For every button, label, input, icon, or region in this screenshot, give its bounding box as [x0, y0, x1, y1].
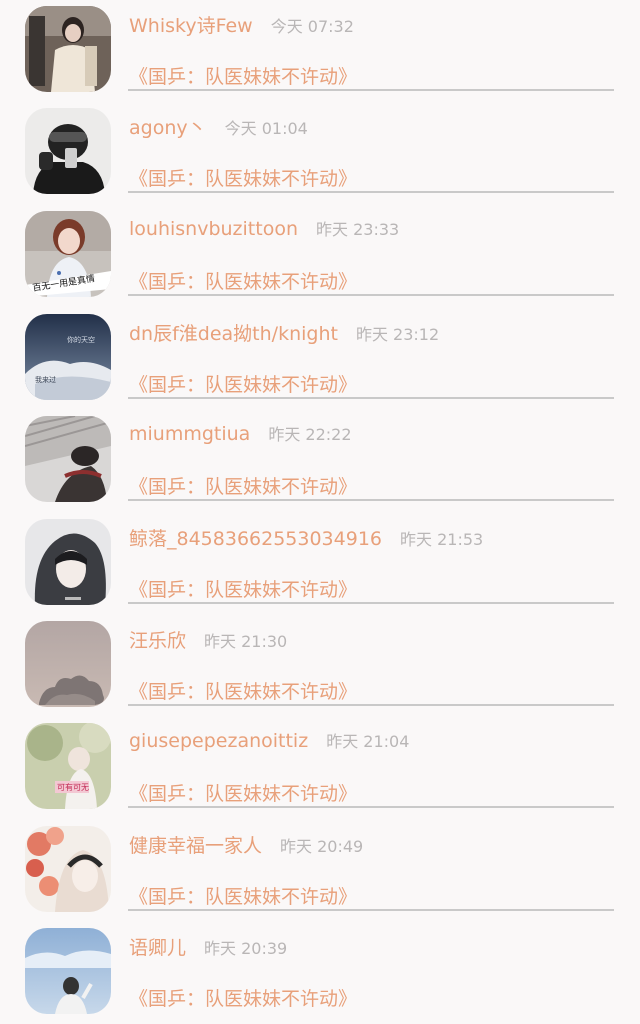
- list-item[interactable]: 汪乐欣 昨天 21:30 《国乒：队医妹妹不许动》: [0, 615, 640, 717]
- timestamp: 昨天 23:12: [355, 325, 440, 344]
- divider: [128, 499, 614, 501]
- sender-name: Whisky诗Few 今天 07:32: [129, 11, 354, 38]
- list-item[interactable]: 百无一用是真情 louhisnvbuzittoon 昨天 23:33 《国乒：队…: [0, 205, 640, 307]
- avatar-caption: 你的天空: [67, 335, 95, 344]
- message-title[interactable]: 《国乒：队医妹妹不许动》: [129, 267, 357, 294]
- avatar[interactable]: [25, 621, 111, 707]
- avatar[interactable]: [25, 519, 111, 605]
- divider: [128, 806, 614, 808]
- sender-name: 语卿儿 昨天 20:39: [129, 933, 287, 960]
- divider: [128, 909, 614, 911]
- avatar[interactable]: 百无一用是真情: [25, 211, 111, 297]
- divider: [128, 89, 614, 91]
- sender-name-text: miummgtiua: [129, 423, 251, 445]
- message-title[interactable]: 《国乒：队医妹妹不许动》: [129, 472, 357, 499]
- message-title[interactable]: 《国乒：队医妹妹不许动》: [129, 677, 357, 704]
- message-title[interactable]: 《国乒：队医妹妹不许动》: [129, 779, 357, 806]
- avatar[interactable]: [25, 826, 111, 912]
- sender-name-text: 语卿儿: [129, 937, 187, 959]
- sender-name: 健康幸福一家人 昨天 20:49: [129, 831, 363, 858]
- list-item[interactable]: Whisky诗Few 今天 07:32 《国乒：队医妹妹不许动》: [0, 0, 640, 102]
- sender-name-text: 鲸落_84583662553034916: [129, 528, 383, 550]
- message-title[interactable]: 《国乒：队医妹妹不许动》: [129, 984, 357, 1011]
- message-title[interactable]: 《国乒：队医妹妹不许动》: [129, 575, 357, 602]
- timestamp: 今天 01:04: [224, 119, 308, 138]
- sender-name-text: agony丶: [129, 117, 207, 139]
- sender-name-text: louhisnvbuzittoon: [129, 218, 298, 240]
- sender-name: louhisnvbuzittoon 昨天 23:33: [129, 216, 399, 240]
- sender-name-text: 汪乐欣: [129, 630, 187, 652]
- avatar[interactable]: 你的天空 我来过: [25, 314, 111, 400]
- sender-name: 汪乐欣 昨天 21:30: [129, 626, 287, 653]
- timestamp: 昨天 21:04: [326, 732, 410, 751]
- avatar[interactable]: 可有可无: [25, 723, 111, 809]
- timestamp: 今天 07:32: [270, 17, 354, 36]
- list-item[interactable]: 你的天空 我来过 dn辰f淮dea拗th/knight 昨天 23:12 《国乒…: [0, 308, 640, 410]
- sender-name-text: Whisky诗Few: [129, 15, 253, 37]
- avatar-caption: 可有可无: [57, 782, 89, 792]
- sender-name: miummgtiua 昨天 22:22: [129, 421, 352, 445]
- timestamp: 昨天 23:33: [316, 220, 400, 239]
- message-title[interactable]: 《国乒：队医妹妹不许动》: [129, 882, 357, 909]
- timestamp: 昨天 21:30: [204, 632, 288, 651]
- message-title[interactable]: 《国乒：队医妹妹不许动》: [129, 164, 357, 191]
- message-title[interactable]: 《国乒：队医妹妹不许动》: [129, 370, 357, 397]
- divider: [128, 294, 614, 296]
- avatar[interactable]: [25, 416, 111, 502]
- list-item[interactable]: agony丶 今天 01:04 《国乒：队医妹妹不许动》: [0, 102, 640, 204]
- avatar[interactable]: [25, 6, 111, 92]
- sender-name: 鲸落_84583662553034916 昨天 21:53: [129, 524, 483, 551]
- list-item[interactable]: 可有可无 giusepepezanoittiz 昨天 21:04 《国乒：队医妹…: [0, 717, 640, 819]
- sender-name: dn辰f淮dea拗th/knight 昨天 23:12: [129, 319, 439, 346]
- sender-name-text: dn辰f淮dea拗th/knight: [129, 323, 338, 345]
- list-item[interactable]: 语卿儿 昨天 20:39 《国乒：队医妹妹不许动》: [0, 922, 640, 1024]
- message-title[interactable]: 《国乒：队医妹妹不许动》: [129, 62, 357, 89]
- list-item[interactable]: miummgtiua 昨天 22:22 《国乒：队医妹妹不许动》: [0, 410, 640, 512]
- list-item[interactable]: 鲸落_84583662553034916 昨天 21:53 《国乒：队医妹妹不许…: [0, 513, 640, 615]
- avatar[interactable]: [25, 108, 111, 194]
- divider: [128, 191, 614, 193]
- avatar-caption: 我来过: [35, 375, 56, 384]
- timestamp: 昨天 20:49: [280, 837, 364, 856]
- timestamp: 昨天 20:39: [204, 939, 288, 958]
- sender-name-text: 健康幸福一家人: [129, 835, 263, 857]
- timestamp: 昨天 21:53: [400, 530, 484, 549]
- divider: [128, 602, 614, 604]
- timestamp: 昨天 22:22: [268, 425, 352, 444]
- list-item[interactable]: 健康幸福一家人 昨天 20:49 《国乒：队医妹妹不许动》: [0, 820, 640, 922]
- divider: [128, 397, 614, 399]
- avatar[interactable]: [25, 928, 111, 1014]
- sender-name-text: giusepepezanoittiz: [129, 730, 309, 752]
- sender-name: agony丶 今天 01:04: [129, 113, 308, 140]
- sender-name: giusepepezanoittiz 昨天 21:04: [129, 728, 409, 752]
- divider: [128, 704, 614, 706]
